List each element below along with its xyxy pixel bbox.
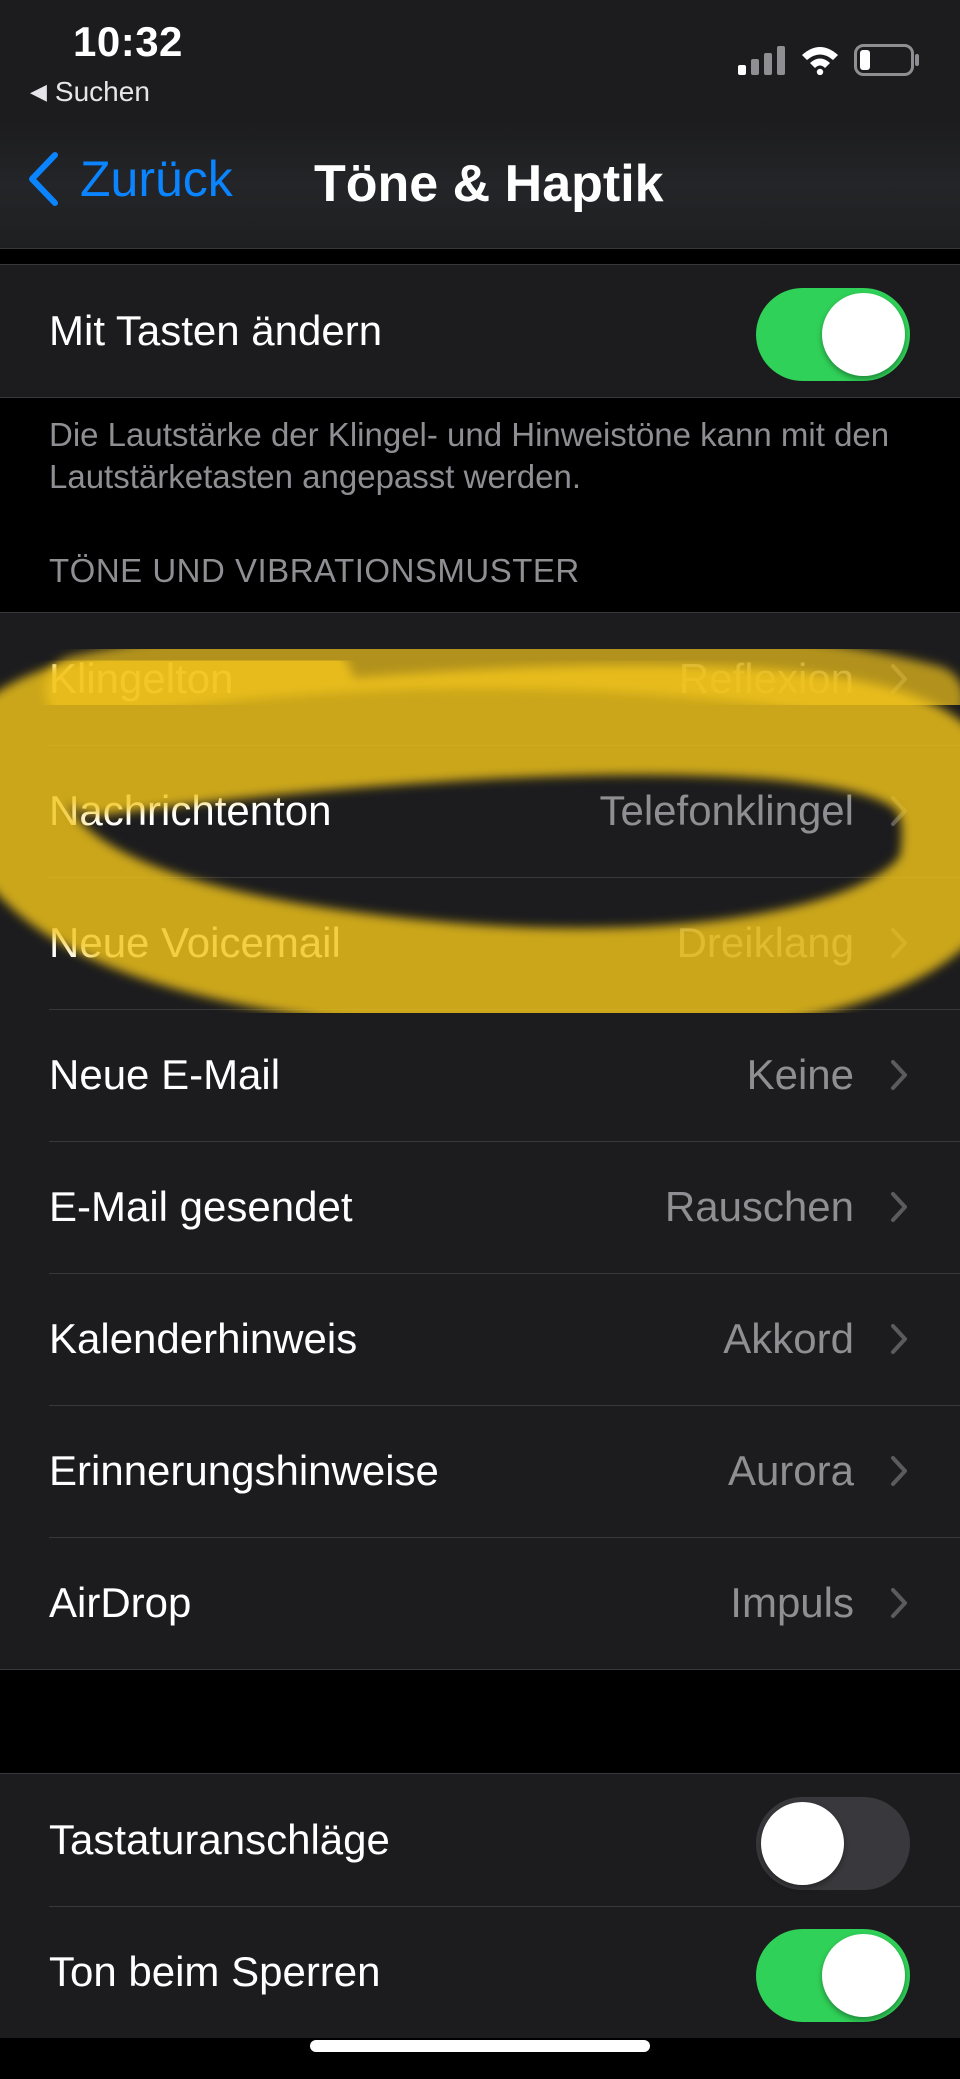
chevron-right-icon (891, 1588, 907, 1618)
sounds-list: Klingelton Reflexion Nachrichtenton Tele… (0, 612, 960, 1670)
lock-sound-toggle[interactable] (756, 1929, 910, 2022)
back-button-label: Zurück (80, 151, 233, 207)
row-label: Neue E-Mail (49, 1051, 281, 1098)
chevron-right-icon (891, 1324, 907, 1354)
keyboard-clicks-toggle[interactable] (756, 1797, 910, 1890)
lock-sound-row: Ton beim Sperren (0, 1906, 960, 2038)
system-sounds-group: Tastaturanschläge Ton beim Sperren (0, 1773, 960, 2038)
row-label: Neue Voicemail (49, 919, 341, 966)
volume-footer-text: Die Lautstärke der Klingel- und Hinweist… (49, 416, 890, 495)
status-icons (738, 44, 920, 76)
back-button[interactable]: Zurück (26, 150, 233, 208)
row-label: AirDrop (49, 1579, 192, 1626)
row-value: Keine (746, 1051, 854, 1098)
row-value: Dreiklang (676, 919, 854, 966)
keyboard-clicks-row: Tastaturanschläge (0, 1774, 960, 1906)
calendar-alerts-row[interactable]: Kalenderhinweis Akkord (0, 1273, 960, 1405)
toggle-knob (761, 1802, 844, 1885)
row-label: Erinnerungshinweise (49, 1447, 439, 1494)
status-bar: 10:32 ◀ Suchen (0, 0, 960, 120)
navigation-bar: Zurück Töne & Haptik (0, 120, 960, 249)
row-label: E-Mail gesendet (49, 1183, 353, 1230)
new-mail-row[interactable]: Neue E-Mail Keine (0, 1009, 960, 1141)
back-triangle-icon: ◀ (30, 79, 47, 104)
chevron-right-icon (891, 928, 907, 958)
row-label: Nachrichtenton (49, 787, 332, 834)
row-label: Klingelton (49, 655, 234, 702)
back-to-app-link[interactable]: ◀ Suchen (30, 76, 150, 108)
wifi-icon (802, 47, 838, 75)
row-value: Reflexion (678, 655, 854, 702)
row-value: Impuls (730, 1579, 854, 1626)
cellular-signal-icon (738, 46, 785, 75)
ringtone-row[interactable]: Klingelton Reflexion (0, 613, 960, 745)
change-with-buttons-row: Mit Tasten ändern (0, 265, 960, 397)
row-value: Rauschen (664, 1183, 854, 1230)
row-value: Aurora (727, 1447, 854, 1494)
reminder-alerts-row[interactable]: Erinnerungshinweise Aurora (0, 1405, 960, 1537)
text-tone-row[interactable]: Nachrichtenton Telefonklingel (0, 745, 960, 877)
chevron-right-icon (891, 664, 907, 694)
airdrop-row[interactable]: AirDrop Impuls (0, 1537, 960, 1669)
chevron-right-icon (891, 796, 907, 826)
sent-mail-row[interactable]: E-Mail gesendet Rauschen (0, 1141, 960, 1273)
row-value: Akkord (723, 1315, 854, 1362)
back-app-label: Suchen (54, 76, 150, 107)
new-voicemail-row[interactable]: Neue Voicemail Dreiklang (0, 877, 960, 1009)
status-time: 10:32 (73, 18, 183, 65)
toggle-knob (822, 1934, 905, 2017)
toggle-knob (822, 293, 905, 376)
row-label: Kalenderhinweis (49, 1315, 358, 1362)
chevron-right-icon (891, 1456, 907, 1486)
volume-group: Mit Tasten ändern (0, 264, 960, 398)
chevron-left-icon (29, 152, 58, 206)
change-with-buttons-toggle[interactable] (756, 288, 910, 381)
row-value: Telefonklingel (599, 787, 854, 834)
battery-icon (854, 44, 919, 76)
chevron-right-icon (891, 1060, 907, 1090)
change-with-buttons-label: Mit Tasten ändern (49, 307, 383, 354)
page-title: Töne & Haptik (314, 155, 664, 213)
home-indicator[interactable] (310, 2040, 650, 2052)
keyboard-clicks-label: Tastaturanschläge (49, 1816, 390, 1863)
lock-sound-label: Ton beim Sperren (49, 1948, 381, 1995)
chevron-right-icon (891, 1192, 907, 1222)
sounds-section-header: TÖNE UND VIBRATIONSMUSTER (49, 552, 580, 589)
